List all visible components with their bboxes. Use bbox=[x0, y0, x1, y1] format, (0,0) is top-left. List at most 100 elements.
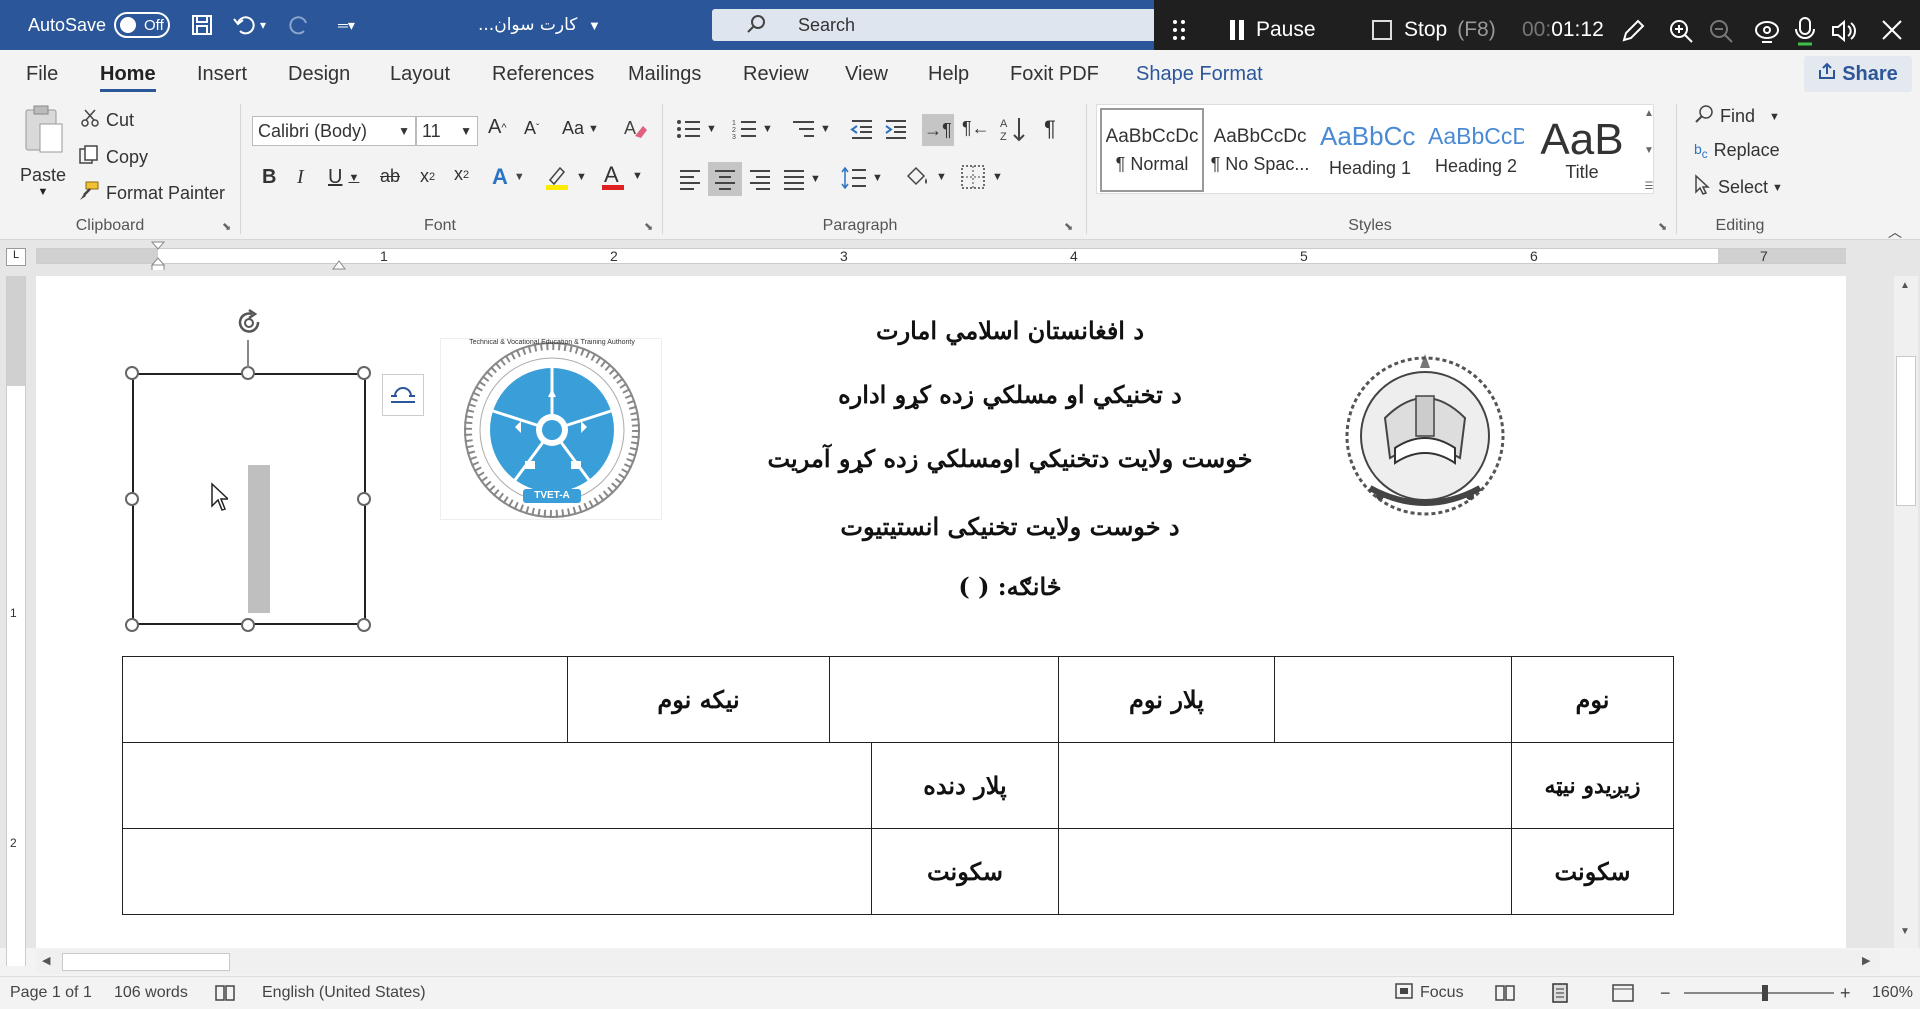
align-center-button[interactable] bbox=[708, 162, 742, 196]
resize-handle[interactable] bbox=[125, 492, 139, 506]
align-right-icon[interactable] bbox=[748, 168, 772, 190]
undo-icon[interactable]: ▾ bbox=[232, 0, 266, 50]
share-button[interactable]: Share bbox=[1804, 56, 1912, 92]
style-title[interactable]: AaB Title bbox=[1530, 108, 1634, 192]
font-family-select[interactable]: Calibri (Body) ▼ bbox=[252, 116, 416, 146]
tab-foxit-pdf[interactable]: Foxit PDF bbox=[1010, 50, 1099, 98]
styles-launcher-icon[interactable]: ⬊ bbox=[1658, 220, 1667, 233]
align-left-icon[interactable] bbox=[678, 168, 702, 190]
highlight-color-button[interactable]: ▼ bbox=[544, 164, 587, 190]
print-layout-icon[interactable] bbox=[1550, 977, 1570, 1009]
selected-text-box[interactable] bbox=[132, 373, 366, 625]
text-effects-button[interactable]: A ▼ bbox=[492, 164, 525, 190]
more-styles-icon[interactable]: ☰ bbox=[1645, 181, 1654, 192]
styles-scroll[interactable]: ▲ ▼ ☰ bbox=[1640, 108, 1658, 192]
bullets-button[interactable]: ▼ bbox=[676, 118, 717, 140]
italic-button[interactable]: I bbox=[297, 166, 304, 189]
paste-dropdown-icon[interactable]: ▼ bbox=[38, 186, 49, 198]
tab-design[interactable]: Design bbox=[288, 50, 350, 98]
tab-insert[interactable]: Insert bbox=[197, 50, 247, 98]
shading-button[interactable]: ▼ bbox=[904, 164, 947, 190]
format-painter-button[interactable]: Format Painter bbox=[78, 180, 225, 207]
search-box[interactable]: Search bbox=[712, 9, 1160, 41]
style-heading-1[interactable]: AaBbCc Heading 1 bbox=[1318, 108, 1422, 192]
name-value-cell[interactable] bbox=[1274, 656, 1512, 743]
zoom-slider-thumb[interactable] bbox=[1762, 985, 1768, 1001]
font-color-button[interactable]: A ▼ bbox=[600, 162, 643, 190]
webcam-icon[interactable] bbox=[1754, 18, 1780, 49]
underline-button[interactable]: U ▼ bbox=[328, 166, 359, 189]
tab-home[interactable]: Home bbox=[100, 50, 156, 98]
rotate-handle-icon[interactable] bbox=[234, 308, 264, 345]
pen-icon[interactable] bbox=[1620, 18, 1646, 49]
customize-qat-icon[interactable]: ═▾ bbox=[338, 0, 355, 50]
sort-icon[interactable]: AZ bbox=[1000, 116, 1028, 142]
bold-button[interactable]: B bbox=[262, 166, 276, 189]
justify-button[interactable]: ▼ bbox=[782, 168, 821, 190]
vertical-scrollbar[interactable]: ▲ ▼ bbox=[1894, 276, 1918, 948]
style-normal[interactable]: AaBbCcDc ¶ Normal bbox=[1100, 108, 1204, 192]
select-button[interactable]: Select ▼ bbox=[1694, 174, 1783, 201]
font-launcher-icon[interactable]: ⬊ bbox=[644, 220, 653, 233]
focus-button[interactable]: Focus bbox=[1394, 977, 1464, 1009]
resize-handle[interactable] bbox=[241, 618, 255, 632]
tab-shape-format[interactable]: Shape Format bbox=[1136, 50, 1263, 98]
style-no-spacing[interactable]: AaBbCcDc ¶ No Spac... bbox=[1208, 108, 1312, 192]
close-icon[interactable] bbox=[1880, 18, 1904, 47]
tab-mailings[interactable]: Mailings bbox=[628, 50, 701, 98]
tab-review[interactable]: Review bbox=[743, 50, 809, 98]
decrease-indent-icon[interactable] bbox=[850, 118, 874, 140]
father-job-value-cell[interactable] bbox=[122, 742, 872, 829]
tab-references[interactable]: References bbox=[492, 50, 594, 98]
zoom-in-icon[interactable] bbox=[1668, 18, 1694, 49]
clipboard-launcher-icon[interactable]: ⬊ bbox=[222, 220, 231, 233]
web-layout-icon[interactable] bbox=[1612, 977, 1634, 1009]
tab-layout[interactable]: Layout bbox=[390, 50, 450, 98]
zoom-slider[interactable] bbox=[1684, 992, 1834, 994]
style-heading-2[interactable]: AaBbCcD Heading 2 bbox=[1426, 108, 1526, 192]
zoom-out-button[interactable]: − bbox=[1660, 977, 1671, 1009]
scroll-left-icon[interactable]: ◀ bbox=[42, 954, 50, 967]
superscript-button[interactable]: x2 bbox=[454, 164, 469, 185]
ltr-paragraph-button[interactable]: →¶ bbox=[922, 114, 954, 146]
scroll-down-icon[interactable]: ▼ bbox=[1644, 145, 1654, 156]
scroll-up-icon[interactable]: ▲ bbox=[1644, 108, 1654, 119]
resize-handle[interactable] bbox=[125, 366, 139, 380]
change-case-button[interactable]: Aa ▼ bbox=[562, 118, 599, 139]
word-count[interactable]: 106 words bbox=[114, 977, 188, 1009]
layout-options-button[interactable] bbox=[382, 374, 424, 416]
line-spacing-button[interactable]: ▼ bbox=[840, 166, 883, 190]
collapse-ribbon-icon[interactable]: ︿ bbox=[1888, 222, 1902, 242]
strikethrough-button[interactable]: ab bbox=[380, 166, 400, 187]
rtl-paragraph-icon[interactable]: ¶← bbox=[962, 118, 990, 139]
horizontal-scroll-thumb[interactable] bbox=[62, 953, 230, 971]
zoom-in-button[interactable]: + bbox=[1840, 977, 1851, 1009]
subscript-button[interactable]: x2 bbox=[420, 166, 435, 187]
proofing-icon[interactable] bbox=[214, 977, 236, 1009]
zoom-level[interactable]: 160% bbox=[1872, 977, 1913, 1009]
resize-handle[interactable] bbox=[357, 618, 371, 632]
residence-value-cell[interactable] bbox=[1058, 828, 1512, 915]
ruler-bar[interactable] bbox=[36, 248, 1846, 264]
read-mode-icon[interactable] bbox=[1494, 977, 1516, 1009]
father-name-value-cell[interactable] bbox=[829, 656, 1059, 743]
resize-handle[interactable] bbox=[241, 366, 255, 380]
drag-handle-icon[interactable] bbox=[1172, 18, 1186, 47]
vertical-scroll-thumb[interactable] bbox=[1896, 356, 1916, 506]
zoom-out-icon[interactable] bbox=[1708, 18, 1734, 49]
tab-file[interactable]: File bbox=[26, 50, 58, 98]
scroll-down-icon[interactable]: ▼ bbox=[1900, 926, 1910, 937]
show-formatting-icon[interactable]: ¶ bbox=[1044, 116, 1056, 142]
increase-indent-icon[interactable] bbox=[884, 118, 908, 140]
paste-button[interactable]: Paste ▼ bbox=[20, 104, 66, 214]
tab-selector[interactable]: L bbox=[6, 248, 26, 266]
font-size-select[interactable]: 11 ▼ bbox=[416, 116, 478, 146]
resize-handle[interactable] bbox=[125, 618, 139, 632]
save-icon[interactable] bbox=[190, 0, 214, 50]
title-dropdown-icon[interactable]: ▼ bbox=[588, 0, 601, 50]
resize-handle[interactable] bbox=[357, 366, 371, 380]
paragraph-launcher-icon[interactable]: ⬊ bbox=[1064, 220, 1073, 233]
tab-help[interactable]: Help bbox=[928, 50, 969, 98]
shrink-font-icon[interactable]: Aˇ bbox=[524, 118, 539, 139]
clear-formatting-icon[interactable]: A bbox=[622, 116, 648, 140]
